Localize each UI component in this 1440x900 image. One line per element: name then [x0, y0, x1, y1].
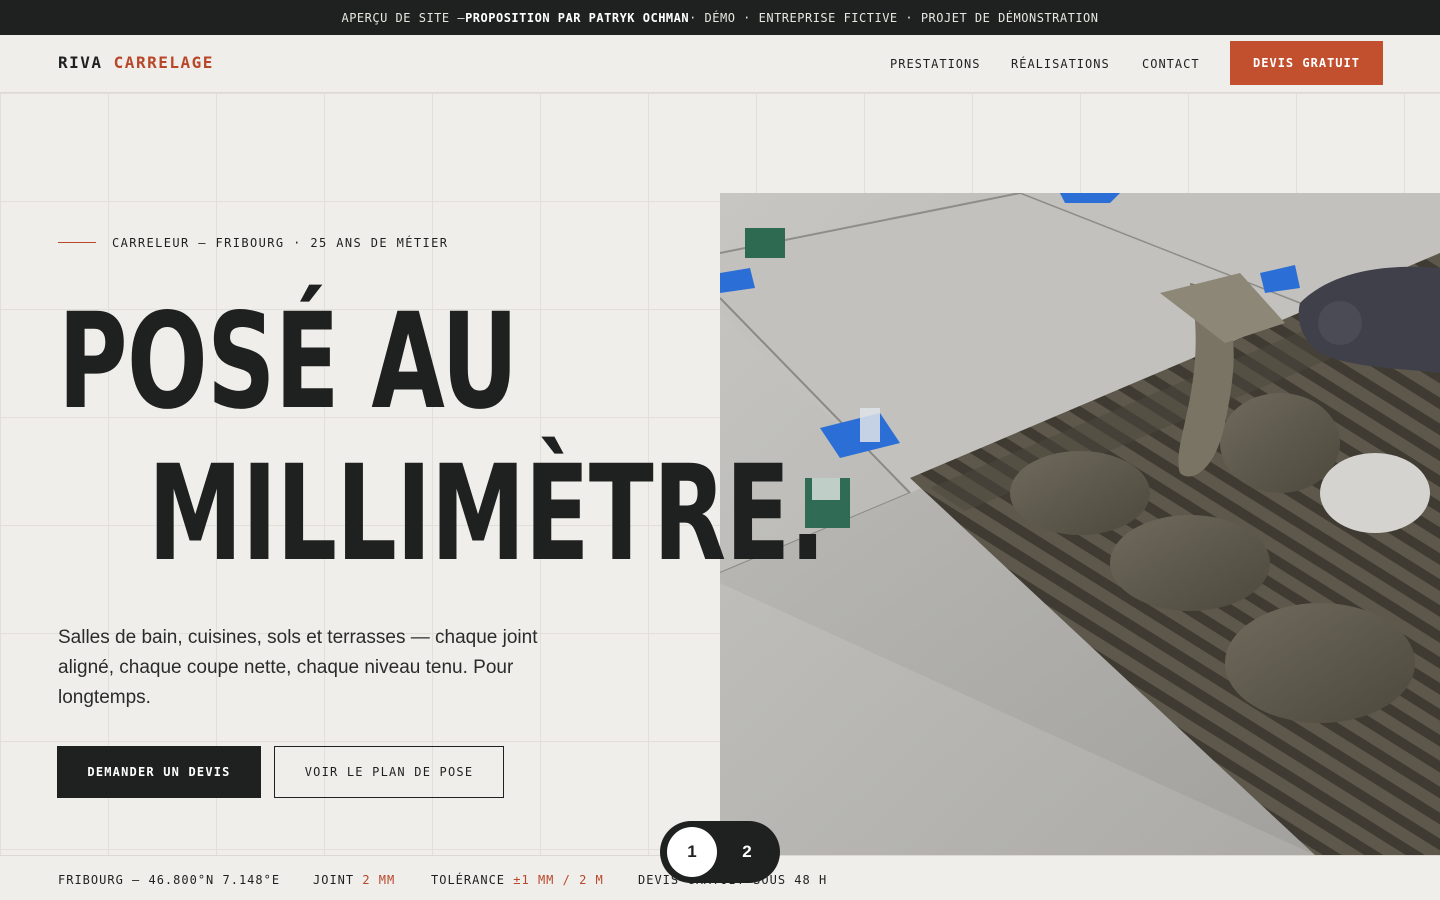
tolerance-value: ±1 MM / 2 M: [513, 873, 604, 887]
preview-banner: APERÇU DE SITE — PROPOSITION PAR PATRYK …: [0, 0, 1440, 35]
logo-main: RIVA: [58, 53, 103, 72]
joint-spec: JOINT 2 MM: [313, 873, 395, 887]
hero-headline-line-1: POSÉ AU: [58, 285, 518, 439]
banner-text-suffix: · DÉMO · ENTREPRISE FICTIVE · PROJET DE …: [689, 10, 1099, 25]
hero-eyebrow: CARRELEUR — FRIBOURG · 25 ANS DE MÉTIER: [112, 236, 449, 250]
page-button-1[interactable]: 1: [667, 827, 717, 877]
banner-text-prefix: APERÇU DE SITE —: [341, 10, 466, 25]
nav-link-contact[interactable]: CONTACT: [1142, 57, 1200, 71]
eyebrow-accent-line: [58, 242, 96, 243]
logo-accent: CARRELAGE: [113, 53, 214, 72]
site-header: RIVA CARRELAGE PRESTATIONS RÉALISATIONS …: [0, 35, 1440, 93]
hero-image-tile-laying: [720, 193, 1440, 855]
free-quote-button[interactable]: DEVIS GRATUIT: [1230, 41, 1383, 85]
tolerance-spec: TOLÉRANCE ±1 MM / 2 M: [431, 873, 604, 887]
nav-link-realisations[interactable]: RÉALISATIONS: [1011, 57, 1110, 71]
nav-link-prestations[interactable]: PRESTATIONS: [890, 57, 980, 71]
joint-value: 2 MM: [362, 873, 396, 887]
tolerance-label: TOLÉRANCE: [431, 873, 506, 887]
location-coordinates: FRIBOURG — 46.800°N 7.148°E: [58, 873, 281, 887]
hero-lede: Salles de bain, cuisines, sols et terras…: [58, 627, 538, 708]
page-switcher: 1 2: [660, 821, 780, 883]
hero-headline-line-2: MILLIMÈTRE.: [148, 437, 826, 591]
site-logo[interactable]: RIVA CARRELAGE: [58, 53, 214, 72]
view-layout-plan-button[interactable]: VOIR LE PLAN DE POSE: [274, 746, 504, 798]
page-button-2[interactable]: 2: [722, 827, 772, 877]
banner-text-author: PROPOSITION PAR PATRYK OCHMAN: [465, 10, 690, 25]
joint-label: JOINT: [313, 873, 355, 887]
request-quote-button[interactable]: DEMANDER UN DEVIS: [57, 746, 261, 798]
